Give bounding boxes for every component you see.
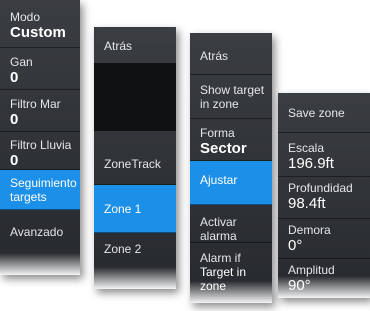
menu-fade: [0, 253, 80, 275]
menu-item-save-zone[interactable]: Save zone: [278, 93, 370, 133]
menu-item-label: Gan: [10, 55, 33, 69]
menu-item-label: Atrás: [104, 39, 133, 53]
menu-item-label: Filtro Lluvia: [10, 138, 72, 152]
menu-item-value: 0: [10, 69, 19, 86]
menu-item-label: Zone 2: [104, 242, 142, 256]
menu-item-ajustar[interactable]: Ajustar: [190, 161, 272, 205]
menu-item-profundidad[interactable]: Profundidad 98.4ft: [278, 177, 370, 219]
menu-item-label: Demora: [288, 223, 331, 237]
menu-item-label: Forma: [200, 126, 235, 140]
menu-item-value: Sector: [200, 140, 247, 157]
menu-item-label: Modo: [10, 10, 41, 24]
menu-item-value: 98.4ft: [288, 195, 326, 212]
menu-item-escala[interactable]: Escala 196.9ft: [278, 133, 370, 177]
menu-item-alarm-if[interactable]: Alarm if Target in zone: [190, 243, 272, 293]
menu-item-atras[interactable]: Atrás: [94, 27, 176, 63]
menu-item-label: Zone 1: [104, 202, 142, 216]
menu-item-label: Show target in zone: [200, 83, 265, 111]
menu-item-label: Profundidad: [288, 181, 353, 195]
menu-item-label: Amplitud: [288, 263, 335, 277]
menu-item-value: 0: [10, 111, 19, 128]
menu-item-modo[interactable]: Modo Custom: [0, 0, 80, 48]
menu-main: Modo Custom Gan 0 Filtro Mar 0 Filtro Ll…: [0, 0, 80, 275]
menu-item-label: Filtro Mar: [10, 97, 61, 111]
menu-item-activar-alarma[interactable]: Activar alarma: [190, 205, 272, 243]
menu-item-atras[interactable]: Atrás: [190, 33, 272, 75]
menu-item-value: 0°: [288, 237, 303, 254]
menu-item-label: Save zone: [288, 106, 345, 120]
menu-item-gan[interactable]: Gan 0: [0, 48, 80, 90]
menu-item-avanzado[interactable]: Avanzado: [0, 210, 80, 252]
menu-zone-1: Atrás Show target in zone Forma Sector A…: [190, 33, 272, 303]
menu-item-filtro-lluvia[interactable]: Filtro Lluvia 0: [0, 132, 80, 170]
menu-item-value: 90°: [288, 277, 311, 294]
menu-item-label: Activar alarma: [200, 215, 237, 243]
menu-item-value: Target in zone: [200, 265, 247, 293]
menu-item-value: 196.9ft: [288, 155, 334, 172]
menu-item-amplitud[interactable]: Amplitud 90°: [278, 259, 370, 298]
menu-item-zone-1[interactable]: Zone 1: [94, 185, 176, 233]
menu-item-label: ZoneTrack: [104, 157, 161, 171]
menu-item-filtro-mar[interactable]: Filtro Mar 0: [0, 90, 80, 132]
menu-item-label: Atrás: [200, 49, 229, 63]
menu-item-label: Seguimiento targets: [10, 176, 77, 204]
menu-item-value: 0: [10, 152, 19, 169]
menu-item-zone-2[interactable]: Zone 2: [94, 233, 176, 277]
menu-item-demora[interactable]: Demora 0°: [278, 219, 370, 259]
menu-item-seguimiento-targets[interactable]: Seguimiento targets: [0, 170, 80, 210]
menu-item-show-target-in-zone[interactable]: Show target in zone: [190, 75, 272, 119]
menu-item-zonetrack[interactable]: ZoneTrack: [94, 131, 176, 185]
menu-item-label: Ajustar: [200, 173, 238, 187]
blank-panel: [94, 63, 176, 131]
menu-item-value: Custom: [10, 24, 66, 41]
menu-item-label: Alarm if: [200, 251, 241, 265]
menu-item-label: Escala: [288, 141, 325, 155]
menu-seguimiento-targets: Atrás ZoneTrack Zone 1 Zone 2: [94, 27, 176, 289]
menu-item-label: Avanzado: [10, 225, 64, 239]
menu-ajustar: Save zone Escala 196.9ft Profundidad 98.…: [278, 93, 370, 298]
menu-item-forma[interactable]: Forma Sector: [190, 119, 272, 161]
